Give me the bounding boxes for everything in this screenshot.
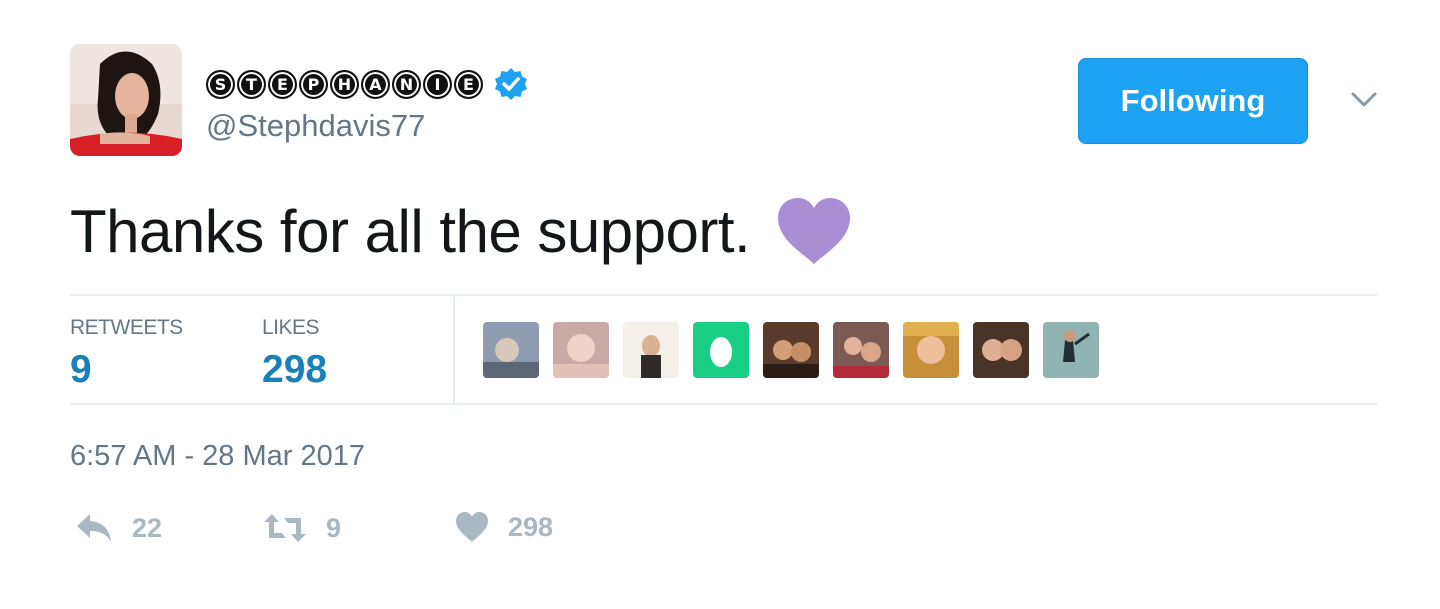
retweet-icon bbox=[264, 514, 306, 542]
divider bbox=[70, 403, 1377, 405]
tweet-timestamp[interactable]: 6:57 AM - 28 Mar 2017 bbox=[70, 440, 365, 473]
tweet-text-row: Thanks for all the support. bbox=[70, 196, 854, 266]
retweet-button[interactable]: 9 bbox=[262, 510, 341, 546]
display-name-letter: N bbox=[392, 69, 421, 99]
liker-avatar[interactable] bbox=[483, 322, 539, 378]
retweets-count: 9 bbox=[70, 348, 92, 391]
liker-avatar[interactable] bbox=[973, 322, 1029, 378]
display-name[interactable]: S T E P H A N I E bbox=[206, 69, 483, 99]
retweets-label: RETWEETS bbox=[70, 316, 183, 339]
reply-button[interactable]: 22 bbox=[74, 510, 162, 546]
display-name-letter: E bbox=[268, 69, 297, 99]
liker-avatar[interactable] bbox=[1043, 322, 1099, 378]
following-button[interactable]: Following bbox=[1078, 58, 1308, 144]
reply-count: 22 bbox=[132, 512, 163, 543]
retweet-count: 9 bbox=[326, 512, 342, 543]
tweet-text: Thanks for all the support. bbox=[70, 197, 751, 265]
likes-count: 298 bbox=[262, 348, 328, 391]
divider bbox=[453, 294, 455, 405]
heart-icon bbox=[456, 512, 488, 542]
display-name-letter: T bbox=[237, 69, 266, 99]
name-row: S T E P H A N I E bbox=[206, 64, 529, 104]
liker-avatar[interactable] bbox=[903, 322, 959, 378]
liker-avatar[interactable] bbox=[833, 322, 889, 378]
display-name-letter: P bbox=[299, 69, 328, 99]
egg-avatar-icon[interactable] bbox=[693, 322, 749, 378]
tweet-card: S T E P H A N I E @Stephdavis77 Followin… bbox=[0, 0, 1440, 609]
liker-avatars bbox=[483, 322, 1099, 378]
liker-avatar[interactable] bbox=[763, 322, 819, 378]
divider bbox=[70, 294, 1377, 296]
likes-stat[interactable]: LIKES 298 bbox=[262, 316, 327, 392]
verified-badge-icon bbox=[493, 66, 529, 102]
purple-heart-icon bbox=[774, 196, 854, 266]
like-count: 298 bbox=[508, 511, 554, 542]
liker-avatar[interactable] bbox=[623, 322, 679, 378]
display-name-letter: I bbox=[423, 69, 452, 99]
likes-label: LIKES bbox=[262, 316, 320, 339]
display-name-letter: H bbox=[330, 69, 359, 99]
retweets-stat[interactable]: RETWEETS 9 bbox=[70, 316, 183, 392]
reply-icon bbox=[77, 514, 111, 542]
liker-avatar[interactable] bbox=[553, 322, 609, 378]
display-name-letter: E bbox=[454, 69, 483, 99]
display-name-letter: A bbox=[361, 69, 390, 99]
display-name-letter: S bbox=[206, 69, 235, 99]
user-handle[interactable]: @Stephdavis77 bbox=[206, 108, 425, 144]
chevron-down-icon[interactable] bbox=[1347, 82, 1381, 116]
like-button[interactable]: 298 bbox=[454, 510, 553, 544]
avatar[interactable] bbox=[70, 44, 182, 156]
